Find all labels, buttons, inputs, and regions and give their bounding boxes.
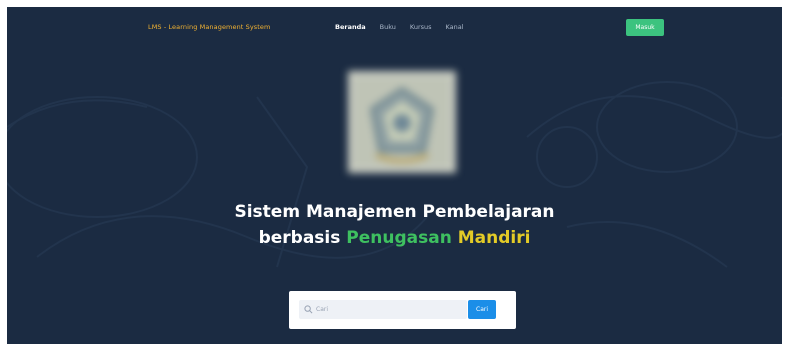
login-button[interactable]: Masuk bbox=[626, 19, 664, 36]
search-button[interactable]: Cari bbox=[468, 300, 496, 319]
institution-logo bbox=[348, 71, 456, 173]
hero-title-prefix: berbasis bbox=[258, 228, 341, 248]
landing-page: LMS - Learning Management System Beranda… bbox=[7, 7, 782, 344]
hero-title-line1: Sistem Manajemen Pembelajaran bbox=[234, 202, 555, 222]
nav-menu: Beranda Buku Kursus Kanal bbox=[335, 23, 464, 31]
nav-link-kanal[interactable]: Kanal bbox=[446, 23, 464, 31]
search-input[interactable] bbox=[316, 306, 456, 313]
search-card: Cari bbox=[289, 291, 516, 329]
search-field[interactable] bbox=[299, 300, 467, 319]
nav-link-kursus[interactable]: Kursus bbox=[410, 23, 432, 31]
hero-title-green: Penugasan bbox=[346, 228, 452, 248]
hero-title-line2: berbasis Penugasan Mandiri bbox=[7, 226, 782, 250]
nav-link-buku[interactable]: Buku bbox=[380, 23, 396, 31]
nav-link-beranda[interactable]: Beranda bbox=[335, 23, 366, 31]
hero-title-yellow: Mandiri bbox=[457, 228, 531, 248]
brand-title[interactable]: LMS - Learning Management System bbox=[148, 23, 270, 31]
search-icon bbox=[304, 305, 313, 314]
